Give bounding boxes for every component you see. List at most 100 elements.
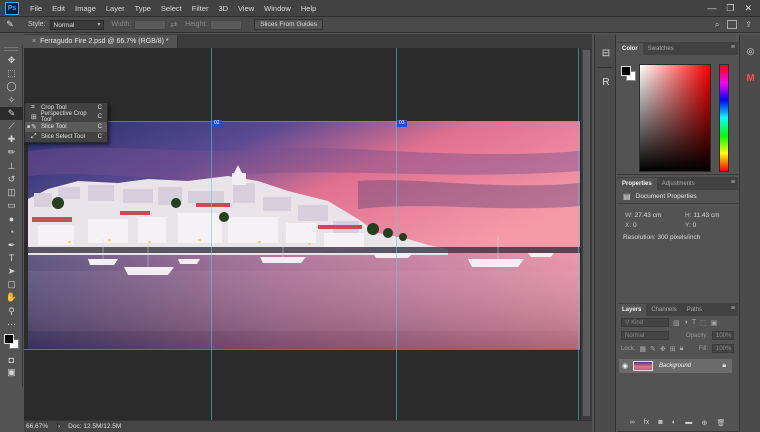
minimize-icon[interactable]: — xyxy=(707,3,716,14)
history-brush-tool-icon[interactable]: ↺ xyxy=(0,173,23,186)
lock-all-icon[interactable]: 🔒︎ xyxy=(680,345,684,353)
panel-menu-icon[interactable]: ≡ xyxy=(731,179,735,186)
adjustment-layer-icon[interactable]: ◐ xyxy=(672,419,676,427)
pen-tool-icon[interactable]: ✒ xyxy=(0,239,23,252)
menu-type[interactable]: Type xyxy=(130,4,156,13)
menu-view[interactable]: View xyxy=(233,4,259,13)
slice-tool-preset-icon[interactable]: ✎ xyxy=(0,19,20,30)
tab-adjustments[interactable]: Adjustments xyxy=(657,178,700,190)
panel-menu-icon[interactable]: ≡ xyxy=(731,305,735,312)
layer-kind-filter[interactable]: ⚲ Kind xyxy=(621,318,669,327)
menu-filter[interactable]: Filter xyxy=(187,4,214,13)
tab-color[interactable]: Color xyxy=(617,43,643,55)
y-value[interactable]: 0 xyxy=(693,222,697,229)
opacity-field[interactable]: 100% xyxy=(712,331,734,340)
hue-slider[interactable] xyxy=(719,64,729,172)
zoom-tool-icon[interactable]: ⚲ xyxy=(0,305,23,318)
close-icon[interactable]: ✕ xyxy=(744,3,752,14)
lock-artboard-icon[interactable]: ⊞ xyxy=(670,345,676,353)
tab-layers[interactable]: Layers xyxy=(617,304,647,316)
link-layers-icon[interactable]: ∞ xyxy=(630,419,635,427)
vertical-guide[interactable] xyxy=(578,48,579,420)
blend-mode-select[interactable]: Normal xyxy=(621,331,669,340)
delete-layer-icon[interactable]: 🗑︎ xyxy=(717,419,726,427)
menu-layer[interactable]: Layer xyxy=(101,4,130,13)
type-tool-icon[interactable]: T xyxy=(0,252,23,265)
eraser-tool-icon[interactable]: ◫ xyxy=(0,186,23,199)
path-selection-tool-icon[interactable]: ➤ xyxy=(0,265,23,278)
tab-swatches[interactable]: Swatches xyxy=(643,43,679,55)
filter-type-icon[interactable]: T xyxy=(692,319,696,326)
layer-style-icon[interactable]: fx xyxy=(644,419,649,427)
color-swatches[interactable] xyxy=(0,331,23,353)
zoom-level[interactable]: 66.67% xyxy=(24,423,58,430)
lock-position-icon[interactable]: ✥ xyxy=(660,345,666,353)
hand-tool-icon[interactable]: ✋ xyxy=(0,291,23,304)
workspace-icon[interactable] xyxy=(727,20,738,29)
character-panel-icon[interactable]: R xyxy=(595,70,617,94)
filter-pixel-icon[interactable]: ▨ xyxy=(673,319,680,327)
lock-pixels-icon[interactable]: ✎ xyxy=(650,345,656,353)
menu-select[interactable]: Select xyxy=(156,4,187,13)
vertical-scrollbar[interactable] xyxy=(580,48,592,420)
panel-menu-icon[interactable]: ≡ xyxy=(731,44,735,51)
width-input[interactable] xyxy=(134,19,167,30)
toolbar-grip[interactable] xyxy=(4,47,18,51)
vertical-guide[interactable] xyxy=(396,48,397,420)
width-value[interactable]: 27.43 cm xyxy=(635,212,662,219)
eyedropper-tool-icon[interactable]: ⟋ xyxy=(0,120,23,133)
slice-number-badge[interactable]: 02 xyxy=(212,120,222,127)
lasso-tool-icon[interactable]: ◯ xyxy=(0,80,23,93)
style-select[interactable]: Normal xyxy=(49,19,104,30)
panel-foreground-swatch[interactable] xyxy=(621,66,631,76)
menu-window[interactable]: Window xyxy=(259,4,296,13)
slices-from-guides-button[interactable]: Slices From Guides xyxy=(254,19,323,30)
slice-number-badge[interactable]: 03 xyxy=(397,120,407,127)
menu-image[interactable]: Image xyxy=(70,4,101,13)
gradient-tool-icon[interactable]: ▭ xyxy=(0,199,23,212)
foreground-color-swatch[interactable] xyxy=(4,333,14,344)
marquee-tool-icon[interactable]: ⬚ xyxy=(0,67,23,80)
quick-selection-tool-icon[interactable]: ✧ xyxy=(0,94,23,107)
tab-channels[interactable]: Channels xyxy=(646,304,681,316)
menu-3d[interactable]: 3D xyxy=(213,4,233,13)
tab-paths[interactable]: Paths xyxy=(682,304,707,316)
libraries-icon[interactable]: ◎ xyxy=(740,40,760,62)
new-layer-icon[interactable]: ⊕ xyxy=(701,419,707,427)
flyout-item-slice-select-tool[interactable]: ⤢ Slice Select Tool C xyxy=(25,132,107,142)
x-value[interactable]: 0 xyxy=(633,222,637,229)
healing-brush-tool-icon[interactable]: ✚ xyxy=(0,133,23,146)
history-panel-icon[interactable]: ⊟ xyxy=(595,41,617,65)
document-tab[interactable]: × Ferragudo Fire 2.psd @ 66.7% (RGB/8) * xyxy=(24,35,178,48)
document-image[interactable] xyxy=(28,121,580,349)
scrollbar-thumb[interactable] xyxy=(583,50,590,416)
screen-mode-icon[interactable]: ▣ xyxy=(0,366,23,379)
slice-tool-icon[interactable]: ✎ xyxy=(0,106,23,120)
new-group-icon[interactable]: ▬ xyxy=(685,419,692,427)
brush-tool-icon[interactable]: ✏ xyxy=(0,146,23,159)
flyout-item-perspective-crop-tool[interactable]: ⊞ Perspective Crop Tool C xyxy=(25,111,107,123)
restore-icon[interactable]: ❐ xyxy=(726,3,734,14)
filter-shape-icon[interactable]: ⬚ xyxy=(700,319,707,327)
vertical-guide[interactable] xyxy=(211,48,212,420)
layer-row-background[interactable]: ◉ Background 🔒︎ xyxy=(619,359,732,373)
height-value[interactable]: 11.43 cm xyxy=(693,212,719,219)
filter-adjustment-icon[interactable]: ◑ xyxy=(684,319,688,326)
menu-help[interactable]: Help xyxy=(296,4,321,13)
shape-tool-icon[interactable]: ▢ xyxy=(0,278,23,291)
share-icon[interactable]: ⇪ xyxy=(745,20,752,29)
fill-field[interactable]: 100% xyxy=(712,344,734,353)
dodge-tool-icon[interactable]: ◔ xyxy=(0,225,23,238)
extension-plugin-icon[interactable]: M xyxy=(740,67,760,89)
blur-tool-icon[interactable]: ● xyxy=(0,212,23,225)
filter-smart-object-icon[interactable]: ▣ xyxy=(711,319,718,327)
clone-stamp-tool-icon[interactable]: ⊥ xyxy=(0,160,23,173)
swap-icon[interactable]: ⇄ xyxy=(170,20,177,29)
move-tool-icon[interactable]: ✥ xyxy=(0,54,23,67)
more-tools-icon[interactable]: ⋯ xyxy=(0,318,23,331)
height-input[interactable] xyxy=(210,19,243,30)
horizontal-guide[interactable] xyxy=(24,349,580,350)
menu-edit[interactable]: Edit xyxy=(47,4,70,13)
menu-file[interactable]: File xyxy=(25,4,47,13)
search-icon[interactable]: ⌕ xyxy=(715,20,719,30)
